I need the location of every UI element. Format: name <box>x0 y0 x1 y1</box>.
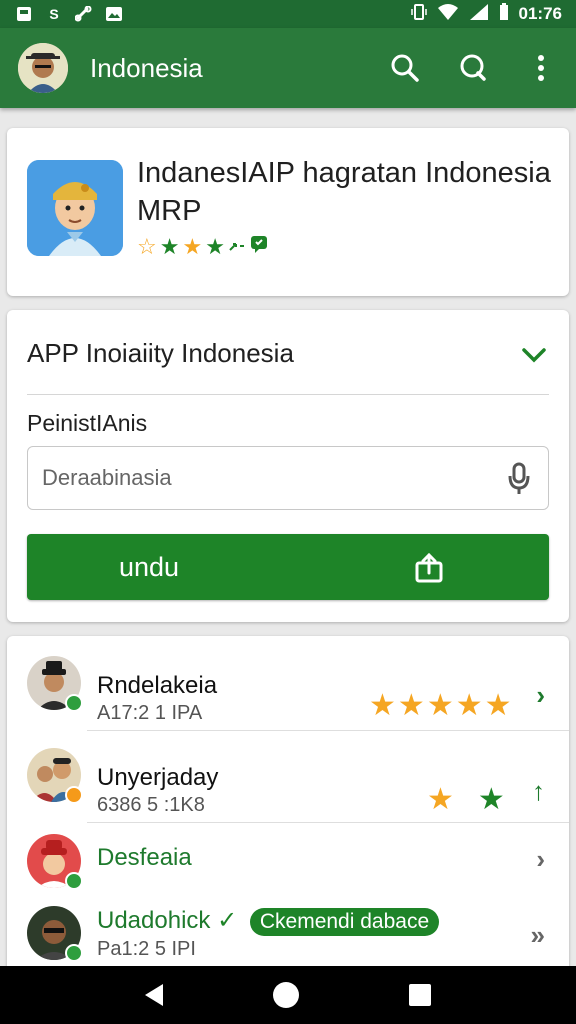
item-name-text: Udadohick <box>97 907 211 934</box>
chevron-right-icon[interactable]: › <box>536 680 545 711</box>
back-icon[interactable] <box>145 984 163 1006</box>
image-icon <box>104 5 124 23</box>
app-title: Indonesia <box>90 52 203 83</box>
search-field[interactable] <box>27 446 549 510</box>
status-badge <box>65 694 83 712</box>
item-subtitle: A17:2 1 IPA <box>97 702 203 724</box>
contacts-list-card: Rndelakeia A17:2 1 IPA ★ ★ ★ ★ ★ › Unyer… <box>7 636 569 976</box>
star-icon: ★ <box>205 234 225 259</box>
check-icon: ✓ <box>217 907 238 934</box>
chat-icon <box>249 234 269 260</box>
avatar <box>27 906 83 962</box>
app-icon <box>27 160 123 256</box>
submit-button-label: undu <box>119 551 180 582</box>
star-icon: ★ <box>427 783 454 816</box>
item-subtitle: Pa1:2 5 IPI <box>97 938 196 960</box>
star-icon: ★ <box>426 689 454 722</box>
app-bar: Indonesia <box>0 28 576 108</box>
avatar <box>27 656 83 712</box>
star-icon: ★ <box>477 783 505 816</box>
status-bar: S 01:76 <box>0 0 576 28</box>
share-small-icon <box>228 234 246 260</box>
text-input[interactable] <box>42 465 504 491</box>
list-item[interactable]: Udadohick ✓ Ckemendi dabace Pa1:2 5 IPI … <box>7 898 569 972</box>
form-card: APP Inoiaiity Indonesia PeinistIAnis und… <box>7 310 569 622</box>
star-icon: ★ <box>369 689 396 722</box>
status-badge <box>65 944 83 962</box>
double-chevron-right-icon[interactable]: » <box>531 920 545 951</box>
avatar <box>27 834 83 890</box>
chevron-up-icon[interactable]: ↑ <box>532 776 545 807</box>
chat-search-icon[interactable] <box>456 51 490 85</box>
field-label: PeinistIAnis <box>27 410 148 436</box>
rating-stars: ★ ★ <box>427 782 505 817</box>
mic-icon[interactable] <box>504 460 534 496</box>
star-icon: ★ <box>159 234 180 259</box>
item-name: Rndelakeia <box>97 672 218 699</box>
star-icon: ★ <box>397 689 425 722</box>
battery-icon <box>499 2 509 26</box>
chevron-down-icon[interactable] <box>519 340 549 370</box>
item-name: Udadohick ✓ Ckemendi dabace <box>97 906 440 936</box>
rating-stars: ★ ★ ★ ★ ★ <box>369 688 512 723</box>
link-icon <box>74 5 94 23</box>
app-bar-actions <box>388 51 558 85</box>
status-icons-left: S <box>14 5 124 23</box>
search-icon[interactable] <box>388 51 422 85</box>
item-name: Unyerjaday <box>97 764 219 791</box>
more-vert-icon[interactable] <box>524 51 558 85</box>
system-nav-bar <box>0 966 576 1024</box>
share-icon <box>413 551 445 583</box>
form-divider <box>27 394 549 395</box>
app-rating: ☆ ★ ★ ★ <box>137 234 269 260</box>
list-item[interactable]: Rndelakeia A17:2 1 IPA ★ ★ ★ ★ ★ › <box>7 650 569 734</box>
list-item[interactable]: Unyerjaday 6386 5 :1K8 ★ ★ ↑ <box>7 742 569 826</box>
submit-button[interactable]: undu <box>27 534 549 600</box>
vibrate-icon <box>410 3 427 26</box>
star-outline-icon: ☆ <box>137 234 157 259</box>
signal-icon <box>469 3 489 26</box>
status-badge <box>65 872 83 890</box>
avatar <box>27 748 83 804</box>
list-divider <box>87 822 569 823</box>
form-title: APP Inoiaiity Indonesia <box>27 338 294 368</box>
star-icon: ★ <box>182 234 203 259</box>
status-tag: Ckemendi dabace <box>249 908 440 936</box>
status-icons-right: 01:76 <box>410 2 562 26</box>
status-badge <box>65 786 83 804</box>
app-name: IndanesIAIP hagratan Indonesia MRP <box>137 157 551 227</box>
chevron-right-icon[interactable]: › <box>536 844 545 875</box>
item-subtitle: 6386 5 :1K8 <box>97 794 205 816</box>
profile-avatar[interactable] <box>18 43 68 93</box>
list-divider <box>87 730 569 731</box>
list-item[interactable]: Desfeaia › <box>7 832 569 896</box>
clock-time: 01:76 <box>518 4 562 23</box>
star-icon: ★ <box>484 689 512 722</box>
s-icon: S <box>49 6 59 22</box>
recent-apps-icon[interactable] <box>409 984 431 1006</box>
home-icon[interactable] <box>273 982 299 1008</box>
star-icon: ★ <box>455 689 483 722</box>
item-name: Desfeaia <box>97 844 192 871</box>
notification-icon <box>14 5 34 23</box>
app-info-card: IndanesIAIP hagratan Indonesia MRP ☆ ★ ★… <box>7 128 569 296</box>
wifi-icon <box>437 3 459 26</box>
